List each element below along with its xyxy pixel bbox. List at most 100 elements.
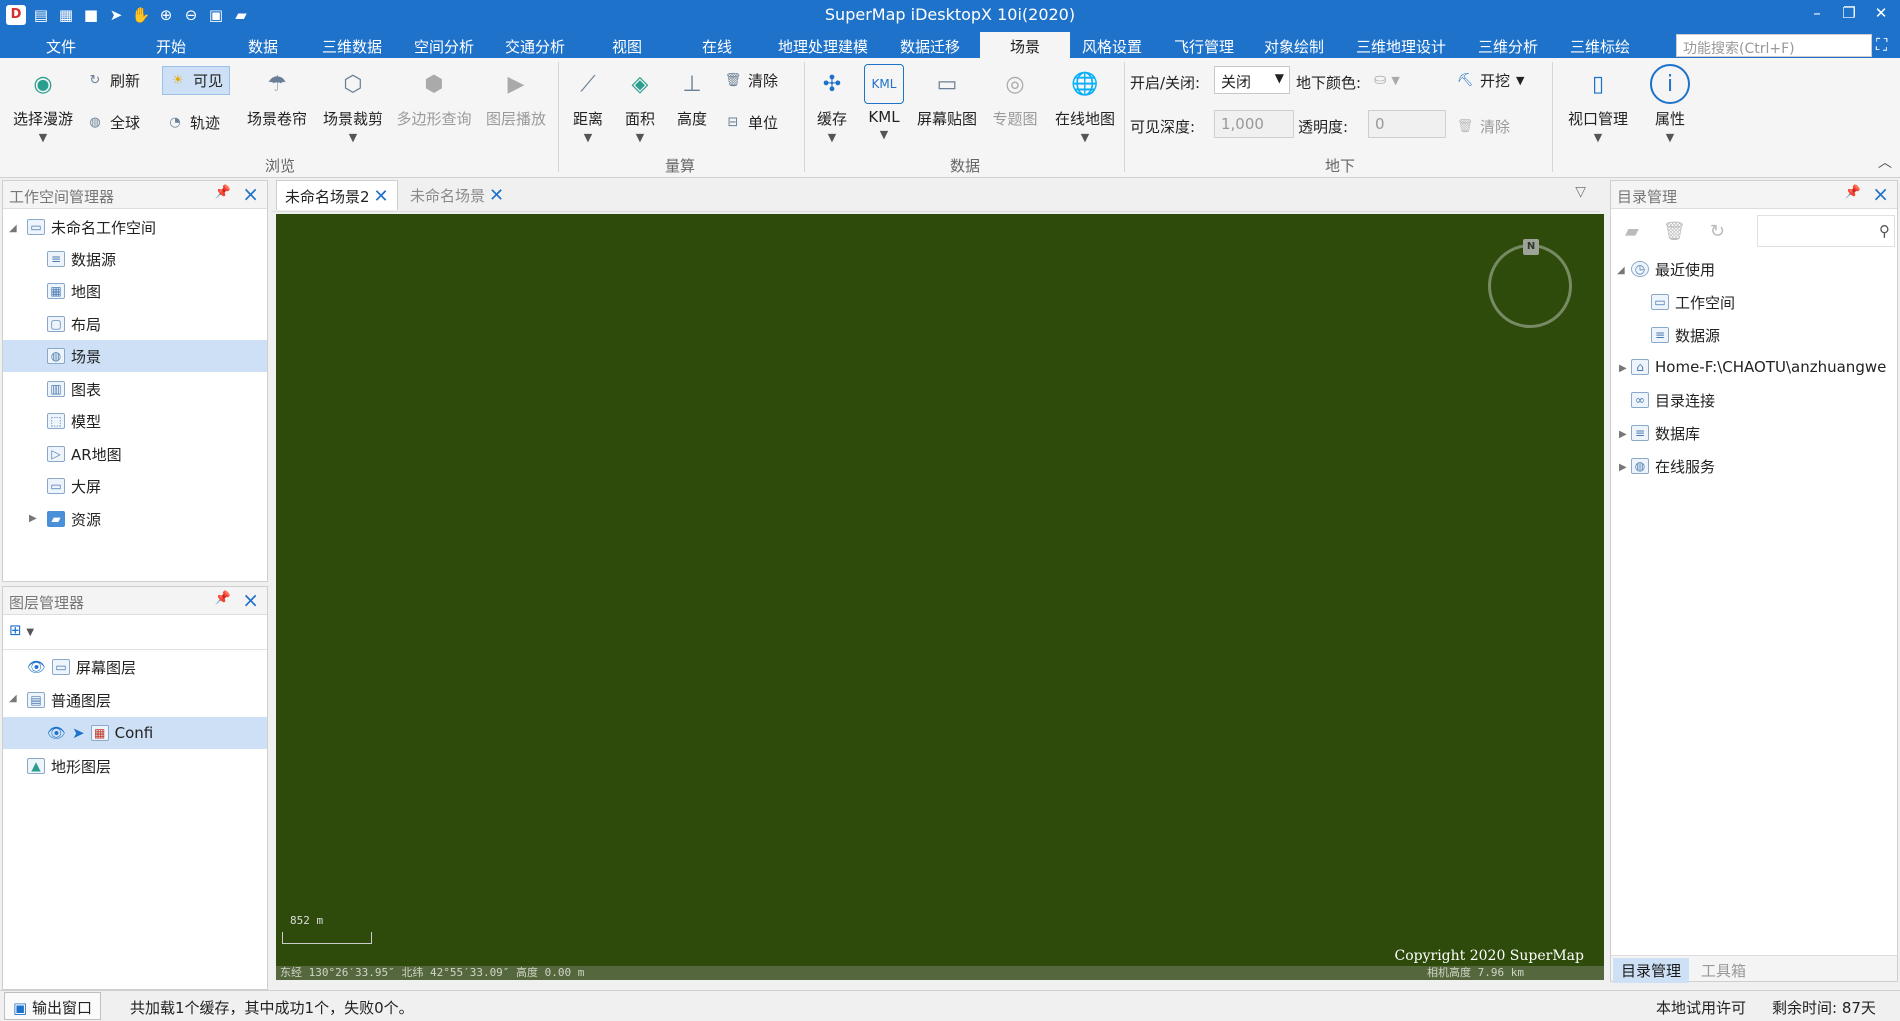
- menu-start[interactable]: 开始: [156, 36, 186, 57]
- menu-view[interactable]: 视图: [612, 36, 642, 57]
- dig-button[interactable]: ⛏ 开挖 ▼: [1456, 70, 1525, 91]
- color-picker[interactable]: ⛀ ▼: [1374, 70, 1400, 88]
- function-search-input[interactable]: 功能搜索(Ctrl+F): [1676, 34, 1872, 57]
- tab-catalog[interactable]: 目录管理: [1613, 958, 1690, 983]
- tree-item-chart[interactable]: ▥ 图表: [47, 373, 101, 405]
- visible-button[interactable]: ☀ 可见: [162, 66, 231, 95]
- menu-3d-geodesign[interactable]: 三维地理设计: [1356, 36, 1446, 57]
- add-layer-dropdown[interactable]: ⊞ ▼: [9, 621, 34, 639]
- eye-icon[interactable]: 👁: [27, 658, 46, 676]
- menu-data[interactable]: 数据: [248, 36, 278, 57]
- tab-scene[interactable]: 未命名场景 ✕: [402, 180, 512, 210]
- catalog-recent[interactable]: ◷ 最近使用: [1631, 253, 1715, 285]
- tab-toolbox[interactable]: 工具箱: [1693, 958, 1754, 983]
- kml-button[interactable]: KML KML ▼: [862, 64, 906, 141]
- catalog-home[interactable]: ⌂ Home-F:\CHAOTU\anzhuangwe: [1631, 351, 1886, 383]
- cache-button[interactable]: ✣ 缓存 ▼: [810, 64, 854, 145]
- catalog-datasource[interactable]: ≡ 数据源: [1651, 319, 1720, 351]
- menu-file[interactable]: 文件: [46, 36, 76, 57]
- screen-overlay-button[interactable]: ▭ 屏幕贴图: [912, 64, 982, 129]
- pin-icon[interactable]: 📌: [1845, 185, 1861, 200]
- menu-spatial-analysis[interactable]: 空间分析: [414, 36, 474, 57]
- layer-play-button[interactable]: ▶ 图层播放: [480, 64, 552, 129]
- tree-item-big-screen[interactable]: ▭ 大屏: [47, 470, 101, 502]
- thematic-map-button[interactable]: ◎ 专题图: [988, 64, 1042, 129]
- tree-item-layout[interactable]: ▢ 布局: [47, 308, 101, 340]
- expand-triangle-icon[interactable]: ◢: [1617, 265, 1625, 276]
- menu-online[interactable]: 在线: [702, 36, 732, 57]
- online-map-button[interactable]: 🌐 在线地图 ▼: [1050, 64, 1120, 145]
- close-tab-icon[interactable]: ✕: [374, 186, 389, 207]
- tree-item-map[interactable]: ▦ 地图: [47, 275, 101, 307]
- menu-3d-plotting[interactable]: 三维标绘: [1570, 36, 1630, 57]
- tabs-overflow-icon[interactable]: ▽: [1575, 184, 1586, 200]
- transparency-input[interactable]: 0: [1368, 110, 1446, 138]
- catalog-workspace[interactable]: ▭ 工作空间: [1651, 286, 1735, 318]
- tree-item-scene[interactable]: ◍ 场景: [47, 340, 101, 372]
- track-button[interactable]: ◔ 轨迹: [166, 112, 220, 133]
- tab-scene2[interactable]: 未命名场景2 ✕: [276, 180, 398, 210]
- viewport-manager-button[interactable]: ▯ 视口管理 ▼: [1558, 64, 1638, 145]
- close-icon[interactable]: ×: [242, 588, 259, 612]
- expand-triangle-icon[interactable]: ◢: [9, 223, 17, 234]
- visible-depth-input[interactable]: 1,000: [1214, 110, 1294, 138]
- fullscreen-icon[interactable]: ⛶: [1876, 35, 1887, 55]
- menu-geoprocessing[interactable]: 地理处理建模: [778, 36, 868, 57]
- menu-scene[interactable]: 场景: [980, 32, 1071, 58]
- pin-icon[interactable]: 📌: [215, 185, 231, 200]
- expand-triangle-icon[interactable]: ▶: [29, 513, 37, 524]
- area-button[interactable]: ◈ 面积 ▼: [618, 64, 662, 145]
- close-icon[interactable]: ✕: [1870, 4, 1892, 22]
- compass-icon[interactable]: N: [1488, 239, 1572, 328]
- unit-button[interactable]: ⊟ 单位: [724, 112, 778, 133]
- refresh-button[interactable]: ↻ 刷新: [86, 70, 140, 91]
- menu-style-settings[interactable]: 风格设置: [1082, 36, 1142, 57]
- underground-clear-button[interactable]: 🗑 清除: [1456, 116, 1510, 137]
- underground-toggle-select[interactable]: 关闭 ▼: [1214, 66, 1290, 94]
- expand-triangle-icon[interactable]: ▶: [1619, 462, 1627, 473]
- tree-item-resources[interactable]: ▰ 资源: [47, 503, 101, 535]
- expand-triangle-icon[interactable]: ▶: [1619, 429, 1627, 440]
- layer-confi[interactable]: 👁 ➤ ▦ Confi: [47, 717, 153, 749]
- close-icon[interactable]: ×: [1872, 182, 1889, 206]
- pin-icon[interactable]: 📌: [215, 591, 231, 606]
- workspace-root[interactable]: ▭ 未命名工作空间: [27, 211, 156, 243]
- distance-button[interactable]: ⟋ 距离 ▼: [566, 64, 610, 145]
- catalog-online[interactable]: ◍ 在线服务: [1631, 450, 1715, 482]
- menu-traffic-analysis[interactable]: 交通分析: [505, 36, 565, 57]
- new-folder-icon[interactable]: ▰: [1625, 221, 1639, 242]
- restore-icon[interactable]: ❐: [1838, 4, 1860, 22]
- catalog-database[interactable]: ≡ 数据库: [1631, 417, 1700, 449]
- height-button[interactable]: ⊥ 高度: [670, 64, 714, 129]
- layer-terrain[interactable]: ▲ 地形图层: [27, 750, 111, 782]
- globe-button[interactable]: ◍ 全球: [86, 112, 140, 133]
- properties-button[interactable]: i 属性 ▼: [1646, 64, 1694, 144]
- scene-curtain-button[interactable]: ☂ 场景卷帘: [240, 64, 314, 129]
- close-icon[interactable]: ×: [242, 182, 259, 206]
- scene-viewport[interactable]: N 852 m Copyright 2020 SuperMap 东经 130°2…: [276, 214, 1604, 980]
- expand-triangle-icon[interactable]: ▶: [1619, 363, 1627, 374]
- delete-icon[interactable]: 🗑: [1663, 221, 1686, 242]
- catalog-connect[interactable]: ∞ 目录连接: [1631, 384, 1715, 416]
- close-tab-icon[interactable]: ✕: [489, 185, 504, 206]
- catalog-search-input[interactable]: ⚲: [1757, 215, 1895, 247]
- menu-3d-analysis[interactable]: 三维分析: [1478, 36, 1538, 57]
- collapse-ribbon-icon[interactable]: ︿: [1878, 152, 1892, 172]
- selectable-cursor-icon[interactable]: ➤: [72, 724, 85, 742]
- tree-item-datasource[interactable]: ≡ 数据源: [47, 243, 116, 275]
- tree-item-model[interactable]: ⬚ 模型: [47, 405, 101, 437]
- minimize-icon[interactable]: –: [1806, 4, 1828, 22]
- refresh-icon[interactable]: ↻: [1710, 221, 1725, 242]
- menu-object-draw[interactable]: 对象绘制: [1264, 36, 1324, 57]
- select-roam-button[interactable]: ◉ 选择漫游 ▼: [8, 64, 78, 145]
- tree-item-ar-map[interactable]: ▷ AR地图: [47, 438, 122, 470]
- menu-data-migration[interactable]: 数据迁移: [900, 36, 960, 57]
- output-window-button[interactable]: ▣ 输出窗口: [4, 992, 101, 1020]
- expand-triangle-icon[interactable]: ◢: [9, 693, 17, 704]
- measure-clear-button[interactable]: 🗑 清除: [724, 70, 778, 91]
- layer-normal-group[interactable]: ▤ 普通图层: [27, 684, 111, 716]
- menu-3d-data[interactable]: 三维数据: [322, 36, 382, 57]
- polygon-query-button[interactable]: ⬢ 多边形查询: [392, 64, 476, 129]
- layer-screen[interactable]: 👁 ▭ 屏幕图层: [27, 651, 136, 683]
- menu-flight[interactable]: 飞行管理: [1174, 36, 1234, 57]
